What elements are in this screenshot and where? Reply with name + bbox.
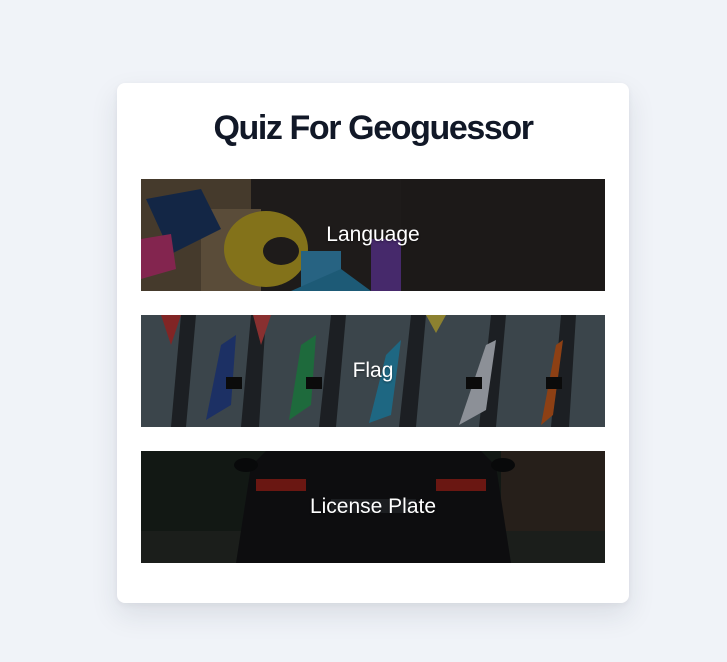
- quiz-option-license-plate[interactable]: License Plate: [141, 451, 605, 563]
- quiz-option-flag[interactable]: Flag: [141, 315, 605, 427]
- quiz-option-label: Flag: [352, 359, 394, 382]
- quiz-option-language[interactable]: Language: [141, 179, 605, 291]
- quiz-option-label: License Plate: [309, 495, 437, 518]
- quiz-option-label: Language: [326, 223, 420, 246]
- page-title: Quiz For Geoguessor: [213, 109, 534, 147]
- quiz-card: Quiz For Geoguessor Language Flag Licens…: [117, 83, 629, 603]
